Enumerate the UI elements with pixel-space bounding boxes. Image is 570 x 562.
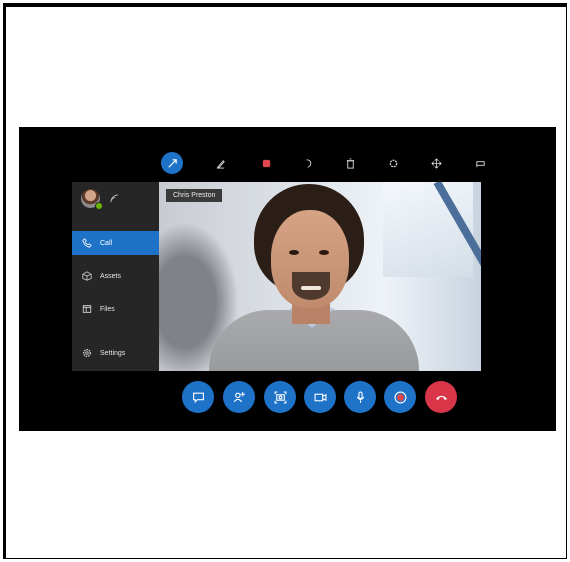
sidebar-item-label: Settings bbox=[100, 349, 126, 357]
delete-tool-button[interactable] bbox=[339, 152, 361, 174]
participant-eye bbox=[289, 250, 299, 255]
settings-icon bbox=[389, 159, 397, 167]
delete-icon bbox=[346, 157, 354, 169]
pointer-icon bbox=[167, 158, 177, 168]
hang-up-button[interactable] bbox=[425, 381, 457, 413]
side-panel: Call Assets Files Settings bbox=[72, 182, 159, 371]
sidebar-item-label: Call bbox=[100, 239, 113, 247]
record-icon bbox=[394, 391, 406, 403]
assets-icon bbox=[82, 271, 92, 281]
pin-icon bbox=[475, 160, 485, 167]
chat-icon bbox=[192, 392, 204, 403]
video-toggle-button[interactable] bbox=[304, 381, 336, 413]
microphone-icon bbox=[356, 391, 364, 403]
settings-tool-button[interactable] bbox=[382, 152, 404, 174]
record-button[interactable] bbox=[384, 381, 416, 413]
sidebar-item-files[interactable]: Files bbox=[72, 297, 159, 321]
gear-icon bbox=[82, 348, 92, 358]
undo-icon bbox=[306, 158, 311, 168]
snapshot-button[interactable] bbox=[264, 381, 296, 413]
pen-icon bbox=[216, 159, 225, 169]
add-participant-button[interactable] bbox=[223, 381, 255, 413]
sidebar-item-call[interactable]: Call bbox=[72, 231, 159, 255]
presence-indicator bbox=[95, 202, 103, 210]
hololens-app-screen: Call Assets Files Settings Chris Preston bbox=[19, 127, 556, 431]
color-square-icon bbox=[262, 159, 270, 167]
sidebar-item-label: Assets bbox=[100, 272, 122, 280]
files-icon bbox=[82, 304, 92, 314]
camera-snapshot-icon bbox=[274, 391, 286, 403]
participant-name-label: Chris Preston bbox=[166, 189, 223, 202]
move-icon bbox=[430, 157, 442, 169]
participant-mouth bbox=[301, 286, 321, 290]
chat-button[interactable] bbox=[182, 381, 214, 413]
sidebar-item-settings[interactable]: Settings bbox=[72, 341, 159, 365]
mute-button[interactable] bbox=[344, 381, 376, 413]
sidebar-item-assets[interactable]: Assets bbox=[72, 264, 159, 288]
add-participant-icon bbox=[233, 391, 245, 402]
sidebar-item-label: Files bbox=[100, 305, 115, 313]
pin-tool-button[interactable] bbox=[469, 152, 491, 174]
pointer-tool-button[interactable] bbox=[161, 152, 183, 174]
annotation-toolbar bbox=[161, 152, 491, 178]
pen-tool-button[interactable] bbox=[209, 152, 231, 174]
signal-icon bbox=[110, 194, 119, 205]
move-tool-button[interactable] bbox=[425, 152, 447, 174]
remote-video-feed: Chris Preston bbox=[159, 182, 481, 371]
hang-up-icon bbox=[435, 395, 447, 400]
color-tool-button[interactable] bbox=[255, 152, 277, 174]
video-icon bbox=[314, 393, 326, 401]
participant-eye bbox=[319, 250, 329, 255]
phone-icon bbox=[82, 238, 92, 248]
call-controls bbox=[182, 381, 462, 413]
undo-tool-button[interactable] bbox=[297, 152, 319, 174]
